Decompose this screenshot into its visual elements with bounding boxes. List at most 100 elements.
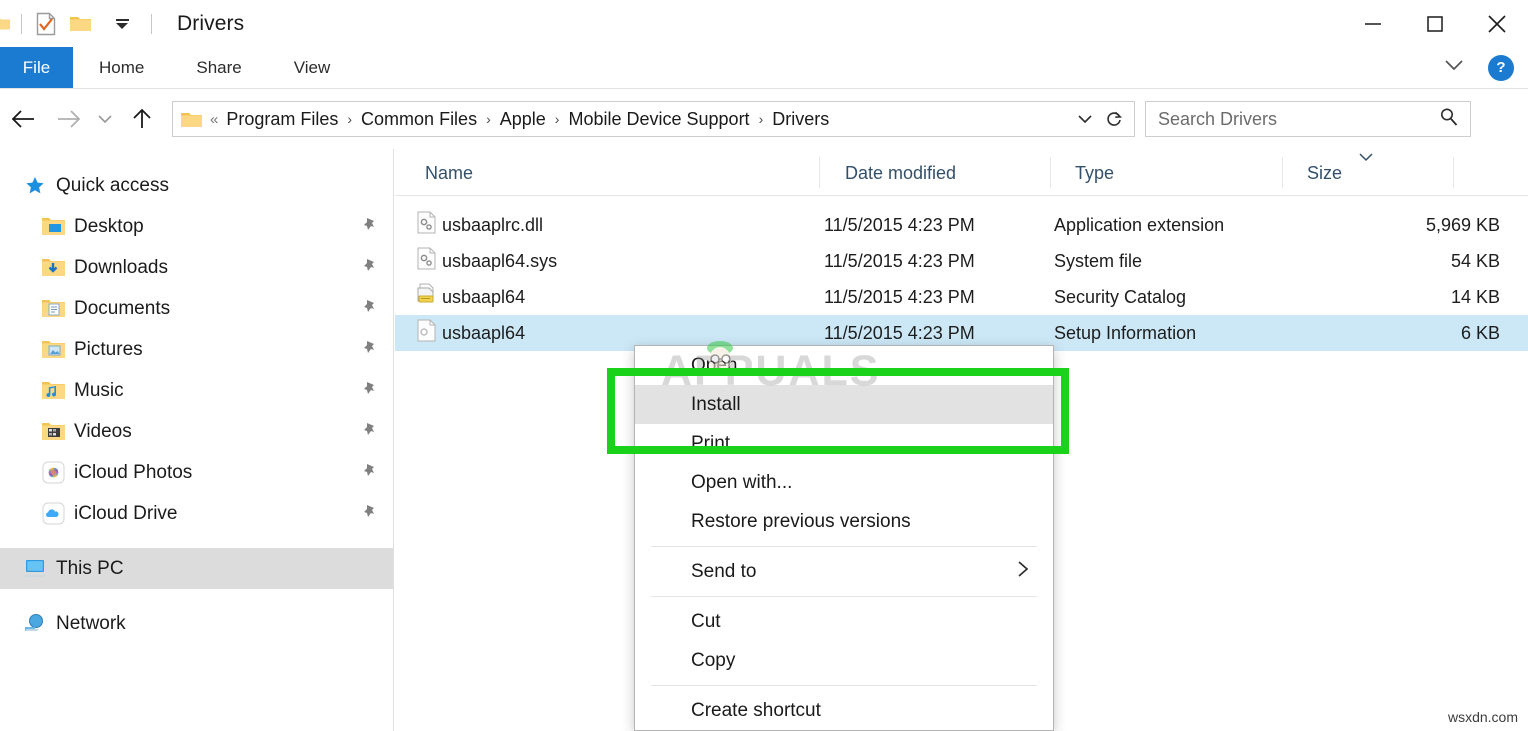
- sidebar-item-label: Downloads: [74, 257, 168, 279]
- context-menu-item-copy[interactable]: Copy: [635, 641, 1053, 680]
- toolbar-divider-2: [151, 14, 152, 34]
- context-menu-item-create-shortcut[interactable]: Create shortcut: [635, 691, 1053, 730]
- sidebar-item-label: Videos: [74, 421, 132, 443]
- context-menu-separator: [651, 685, 1037, 686]
- column-header-date-modified[interactable]: Date modified: [845, 163, 956, 184]
- sort-indicator-icon: [1357, 151, 1375, 166]
- chevron-down-icon[interactable]: [1442, 57, 1466, 78]
- sidebar-item-network[interactable]: Network: [0, 603, 393, 644]
- toolbar-divider: [21, 14, 22, 34]
- back-button[interactable]: [2, 97, 46, 141]
- search-icon[interactable]: [1438, 106, 1460, 133]
- pin-icon[interactable]: [362, 421, 379, 443]
- sidebar-item-quick-access[interactable]: Quick access: [0, 165, 393, 206]
- sidebar-item-downloads[interactable]: Downloads: [0, 247, 393, 288]
- file-name: usbaapl64.sys: [442, 251, 557, 272]
- close-icon[interactable]: [1466, 0, 1528, 47]
- pin-icon[interactable]: [362, 298, 379, 320]
- column-header-size[interactable]: Size: [1307, 163, 1342, 184]
- table-row[interactable]: usbaaplrc.dll 11/5/2015 4:23 PM Applicat…: [395, 207, 1528, 243]
- pin-icon[interactable]: [362, 216, 379, 238]
- sidebar-item-icloud-photos[interactable]: iCloud Photos: [0, 452, 393, 493]
- new-folder-icon[interactable]: [67, 11, 93, 37]
- column-divider[interactable]: [1453, 157, 1454, 188]
- forward-button[interactable]: [46, 97, 90, 141]
- context-menu-item-open[interactable]: Open: [635, 346, 1053, 385]
- ribbon-tabs: File Home Share View ?: [0, 47, 1528, 89]
- breadcrumb-separator[interactable]: ›: [759, 111, 764, 127]
- context-menu-item-install[interactable]: Install: [635, 385, 1053, 424]
- column-divider[interactable]: [1282, 157, 1283, 188]
- customize-dropdown-icon[interactable]: [109, 11, 135, 37]
- folder-icon[interactable]: [0, 11, 10, 37]
- sidebar-item-pictures[interactable]: Pictures: [0, 329, 393, 370]
- pictures-folder-icon: [40, 340, 66, 359]
- file-date: 11/5/2015 4:23 PM: [824, 251, 975, 272]
- breadcrumb-separator[interactable]: ›: [486, 111, 491, 127]
- breadcrumb-item-common-files[interactable]: Common Files: [359, 109, 479, 130]
- breadcrumb-item-mobile-device-support[interactable]: Mobile Device Support: [566, 109, 751, 130]
- column-header-name[interactable]: Name: [425, 163, 473, 184]
- breadcrumb-overflow[interactable]: «: [210, 111, 218, 128]
- file-name: usbaapl64: [442, 323, 525, 344]
- sidebar-item-this-pc[interactable]: This PC: [0, 548, 393, 589]
- minimize-icon[interactable]: [1342, 0, 1404, 47]
- file-size: 14 KB: [1451, 287, 1500, 308]
- recent-locations-icon[interactable]: [90, 97, 120, 141]
- column-header-type[interactable]: Type: [1075, 163, 1114, 184]
- navigation-pane: Quick access Desktop Downloads: [0, 149, 394, 731]
- properties-checkmark-icon[interactable]: [33, 11, 59, 37]
- context-menu-item-open-with[interactable]: Open with...: [635, 463, 1053, 502]
- window-title: Drivers: [177, 12, 244, 36]
- column-headers: Name Date modified Type Size: [395, 149, 1528, 196]
- sidebar-item-desktop[interactable]: Desktop: [0, 206, 393, 247]
- context-menu-item-cut[interactable]: Cut: [635, 602, 1053, 641]
- pin-icon[interactable]: [362, 503, 379, 525]
- sidebar-item-label: Network: [56, 613, 126, 635]
- context-menu-item-send-to[interactable]: Send to: [635, 552, 1053, 591]
- sidebar-item-videos[interactable]: Videos: [0, 411, 393, 452]
- search-placeholder: Search Drivers: [1158, 109, 1438, 130]
- sidebar-item-label: Pictures: [74, 339, 143, 361]
- breadcrumb-item-program-files[interactable]: Program Files: [224, 109, 340, 130]
- breadcrumb-separator[interactable]: ›: [555, 111, 560, 127]
- sidebar-item-label: Quick access: [56, 175, 169, 197]
- pin-icon[interactable]: [362, 462, 379, 484]
- help-icon[interactable]: ?: [1488, 55, 1514, 81]
- tab-share[interactable]: Share: [170, 47, 267, 88]
- table-row[interactable]: usbaapl64 11/5/2015 4:23 PM Security Cat…: [395, 279, 1528, 315]
- table-row[interactable]: usbaapl64.sys 11/5/2015 4:23 PM System f…: [395, 243, 1528, 279]
- maximize-icon[interactable]: [1404, 0, 1466, 47]
- sidebar-item-icloud-drive[interactable]: iCloud Drive: [0, 493, 393, 534]
- address-bar: « Program Files › Common Files › Apple ›…: [0, 89, 1528, 149]
- file-name: usbaapl64: [442, 287, 525, 308]
- file-date: 11/5/2015 4:23 PM: [824, 287, 975, 308]
- up-button[interactable]: [120, 97, 164, 141]
- breadcrumb-item-drivers[interactable]: Drivers: [770, 109, 831, 130]
- breadcrumb[interactable]: « Program Files › Common Files › Apple ›…: [172, 101, 1135, 137]
- ribbon-right-controls: ?: [1442, 47, 1528, 88]
- column-divider[interactable]: [1050, 157, 1051, 188]
- chevron-right-icon: [1015, 558, 1031, 585]
- breadcrumb-separator[interactable]: ›: [347, 111, 352, 127]
- context-menu: Open Install Print Open with... Restore …: [634, 345, 1054, 731]
- desktop-folder-icon: [40, 217, 66, 236]
- refresh-icon[interactable]: [1100, 104, 1128, 134]
- context-menu-item-print[interactable]: Print: [635, 424, 1053, 463]
- breadcrumb-item-apple[interactable]: Apple: [498, 109, 548, 130]
- pin-icon[interactable]: [362, 339, 379, 361]
- search-input[interactable]: Search Drivers: [1145, 101, 1471, 137]
- breadcrumb-tail: [1072, 104, 1128, 134]
- context-menu-item-restore-previous-versions[interactable]: Restore previous versions: [635, 502, 1053, 541]
- tab-view[interactable]: View: [268, 47, 357, 88]
- file-size: 54 KB: [1451, 251, 1500, 272]
- chevron-down-icon[interactable]: [1072, 104, 1098, 134]
- sidebar-item-music[interactable]: Music: [0, 370, 393, 411]
- sidebar-item-documents[interactable]: Documents: [0, 288, 393, 329]
- pin-icon[interactable]: [362, 257, 379, 279]
- pin-icon[interactable]: [362, 380, 379, 402]
- tab-home[interactable]: Home: [73, 47, 170, 88]
- column-divider[interactable]: [819, 157, 820, 188]
- sidebar-item-label: iCloud Photos: [74, 462, 192, 484]
- tab-file[interactable]: File: [0, 47, 73, 88]
